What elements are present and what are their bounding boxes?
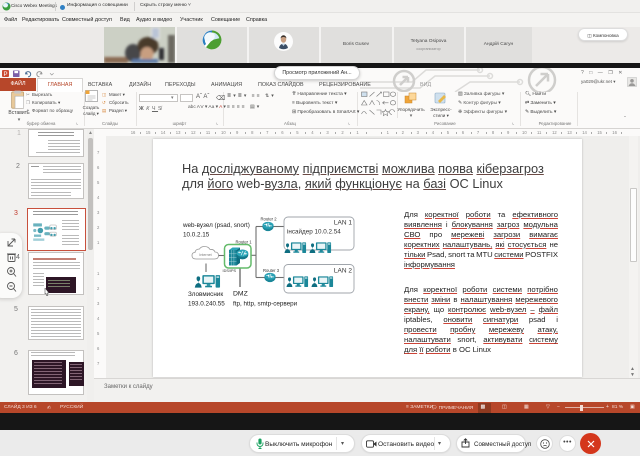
svg-text:інсайдер 10.0.2.54: інсайдер 10.0.2.54 — [287, 228, 341, 236]
svg-text:Router 2: Router 2 — [260, 217, 277, 222]
svg-text:Router 1: Router 1 — [235, 240, 252, 245]
svg-text:Зловмисник: Зловмисник — [188, 291, 223, 298]
svg-text:Router 3: Router 3 — [263, 268, 280, 273]
svg-text:193.0.240.55: 193.0.240.55 — [188, 301, 225, 308]
svg-text:Internet: Internet — [199, 253, 211, 257]
svg-text:IDS/IPS: IDS/IPS — [223, 269, 237, 273]
svg-text:web-вузел (psad, snort): web-вузел (psad, snort) — [182, 222, 250, 229]
svg-text:10.0.2.15: 10.0.2.15 — [183, 231, 210, 238]
svg-text:DMZ: DMZ — [233, 291, 248, 298]
svg-text:LAN 2: LAN 2 — [334, 268, 352, 275]
svg-text:LAN 1: LAN 1 — [334, 220, 352, 227]
svg-text:ftp, http, smtp-сервери: ftp, http, smtp-сервери — [233, 301, 298, 308]
